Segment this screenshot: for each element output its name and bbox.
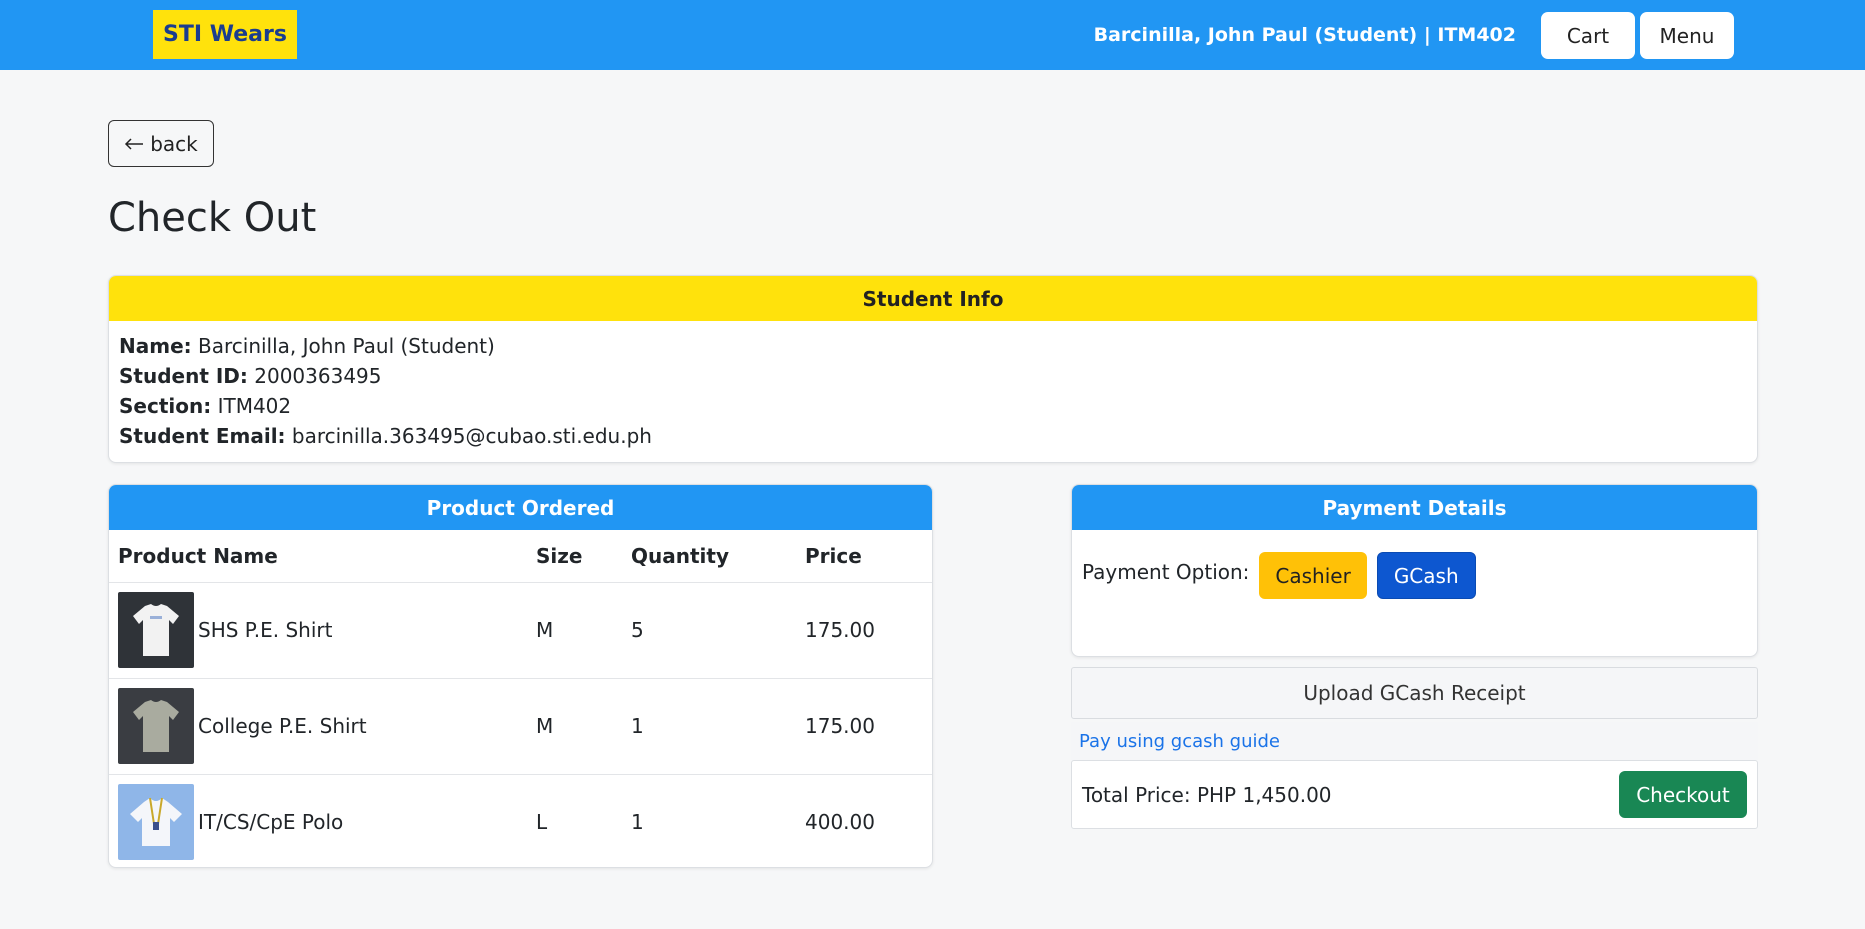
- column-header-product-name: Product Name: [109, 530, 527, 583]
- gcash-button[interactable]: GCash: [1376, 552, 1476, 599]
- student-email-label: Student Email:: [119, 424, 286, 448]
- product-table: Product Name Size Quantity Price SHS P.E…: [109, 530, 932, 867]
- product-table-header-row: Product Name Size Quantity Price: [109, 530, 932, 583]
- product-price: 175.00: [796, 678, 932, 775]
- checkout-button[interactable]: Checkout: [1619, 771, 1747, 818]
- product-size: M: [527, 582, 622, 679]
- product-ordered-header: Product Ordered: [109, 485, 932, 530]
- polo-thumbnail: [118, 784, 194, 860]
- upload-gcash-receipt-button[interactable]: Upload GCash Receipt: [1071, 667, 1758, 719]
- grey-shirt-thumbnail: [118, 688, 194, 764]
- student-name-label: Name:: [119, 334, 192, 358]
- student-section-value: ITM402: [217, 394, 292, 418]
- student-section-line: Section: ITM402: [119, 391, 1747, 421]
- product-name: SHS P.E. Shirt: [198, 618, 333, 642]
- student-name-value: Barcinilla, John Paul (Student): [198, 334, 495, 358]
- product-size: L: [527, 774, 622, 867]
- product-quantity: 5: [622, 582, 796, 679]
- product-name: IT/CS/CpE Polo: [198, 810, 344, 834]
- product-price: 400.00: [796, 774, 932, 867]
- payment-option-label: Payment Option:: [1082, 560, 1250, 584]
- student-email-line: Student Email: barcinilla.363495@cubao.s…: [119, 421, 1747, 451]
- table-row: IT/CS/CpE Polo L 1 400.00: [109, 774, 932, 867]
- user-info: Barcinilla, John Paul (Student) | ITM402: [1093, 24, 1516, 46]
- payment-option-row: Payment Option: Cashier GCash: [1072, 530, 1757, 621]
- total-price-row: Total Price: PHP 1,450.00 Checkout: [1071, 760, 1758, 829]
- student-id-label: Student ID:: [119, 364, 248, 388]
- cart-button[interactable]: Cart: [1541, 12, 1635, 59]
- student-email-value: barcinilla.363495@cubao.sti.edu.ph: [291, 424, 652, 448]
- column-header-price: Price: [796, 530, 932, 583]
- back-button-label: back: [150, 131, 198, 156]
- arrow-left-icon: [125, 137, 144, 150]
- table-row: SHS P.E. Shirt M 5 175.00: [109, 582, 932, 679]
- cashier-button[interactable]: Cashier: [1259, 552, 1367, 599]
- column-header-size: Size: [527, 530, 622, 583]
- page-title: Check Out: [108, 195, 317, 241]
- product-name: College P.E. Shirt: [198, 714, 367, 738]
- product-size: M: [527, 678, 622, 775]
- gcash-guide-link[interactable]: Pay using gcash guide: [1071, 722, 1758, 760]
- product-quantity: 1: [622, 678, 796, 775]
- white-shirt-thumbnail: [118, 592, 194, 668]
- product-quantity: 1: [622, 774, 796, 867]
- student-id-line: Student ID: 2000363495: [119, 361, 1747, 391]
- back-button[interactable]: back: [108, 120, 214, 167]
- brand-logo[interactable]: STI Wears: [153, 10, 297, 59]
- top-navbar: STI Wears Barcinilla, John Paul (Student…: [0, 0, 1865, 70]
- student-id-value: 2000363495: [254, 364, 382, 388]
- column-header-quantity: Quantity: [622, 530, 796, 583]
- table-row: College P.E. Shirt M 1 175.00: [109, 678, 932, 775]
- student-info-card: Student Info Name: Barcinilla, John Paul…: [108, 275, 1758, 463]
- student-section-label: Section:: [119, 394, 212, 418]
- student-info-body: Name: Barcinilla, John Paul (Student) St…: [109, 321, 1757, 461]
- student-name-line: Name: Barcinilla, John Paul (Student): [119, 331, 1747, 361]
- product-ordered-card: Product Ordered Product Name Size Quanti…: [108, 484, 933, 868]
- menu-button[interactable]: Menu: [1640, 12, 1734, 59]
- product-price: 175.00: [796, 582, 932, 679]
- payment-details-card: Payment Details Payment Option: Cashier …: [1071, 484, 1758, 657]
- total-price: Total Price: PHP 1,450.00: [1082, 782, 1332, 807]
- payment-details-header: Payment Details: [1072, 485, 1757, 530]
- student-info-header: Student Info: [109, 276, 1757, 321]
